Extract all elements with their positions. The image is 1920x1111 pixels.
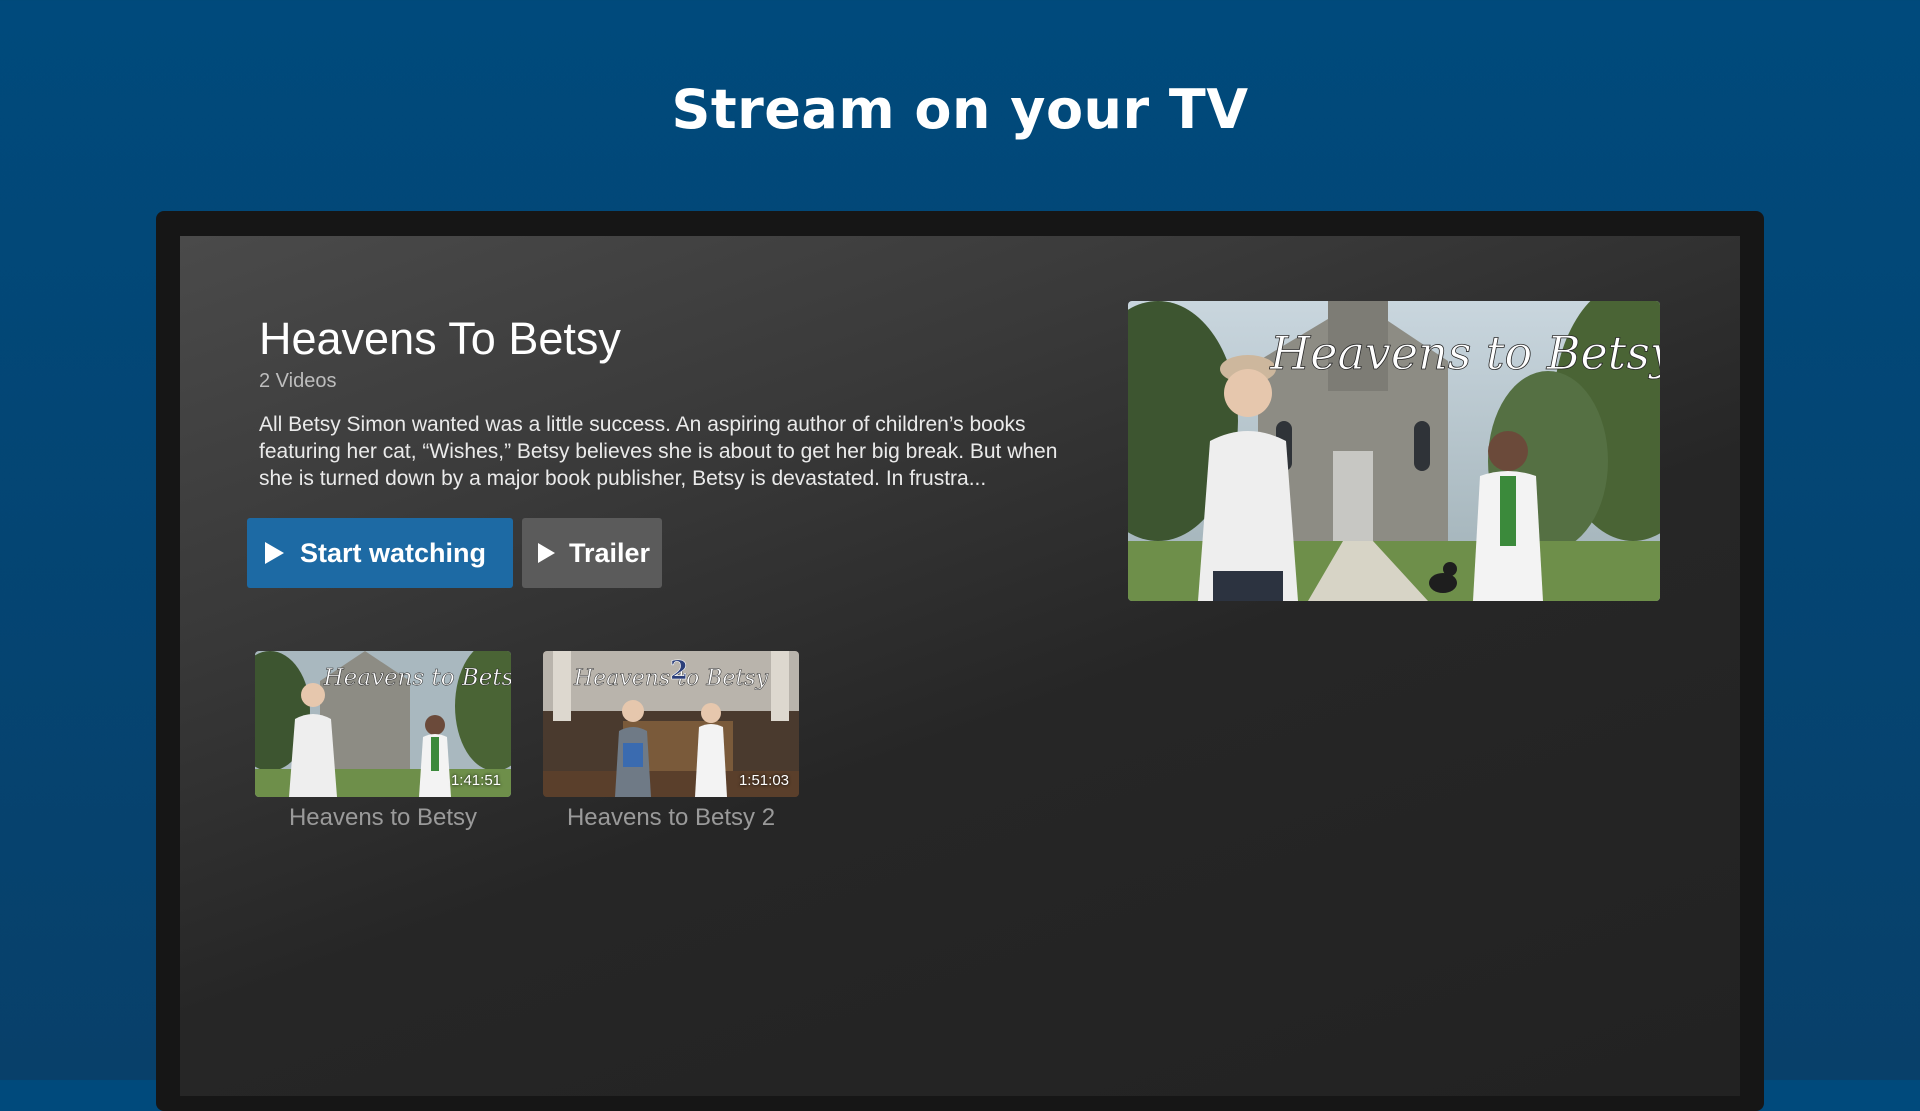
- video-count: 2 Videos: [259, 370, 337, 392]
- play-icon: [538, 543, 555, 563]
- featured-artwork: Heavens to Betsy: [1128, 301, 1660, 601]
- thumbnail-logo-text: Heavens to Betsy: [323, 665, 511, 691]
- video-duration: 1:51:03: [738, 772, 789, 789]
- play-icon: [265, 542, 284, 564]
- show-description: All Betsy Simon wanted was a little succ…: [259, 413, 1058, 490]
- start-watching-label: Start watching: [300, 537, 487, 568]
- video-thumbnail-1[interactable]: Heavens to Betsy 1:41:51: [255, 651, 511, 797]
- show-title: Heavens To Betsy: [259, 313, 621, 364]
- video-thumbnail-2[interactable]: Heavens to Betsy 2 1:51:03: [543, 651, 799, 797]
- video-title: Heavens to Betsy: [288, 804, 478, 831]
- tv-screen: Heavens To Betsy 2 Videos All Betsy Simo…: [180, 236, 1740, 1096]
- trailer-button[interactable]: Trailer: [522, 518, 662, 588]
- featured-logo-text: Heavens to Betsy: [1269, 326, 1660, 380]
- video-title: Heavens to Betsy 2: [566, 804, 776, 831]
- trailer-label: Trailer: [569, 537, 651, 568]
- thumbnail-logo-number: 2: [670, 656, 688, 686]
- start-watching-button[interactable]: Start watching: [247, 518, 513, 588]
- page-banner-title: Stream on your TV: [671, 78, 1249, 141]
- video-duration: 1:41:51: [450, 772, 501, 789]
